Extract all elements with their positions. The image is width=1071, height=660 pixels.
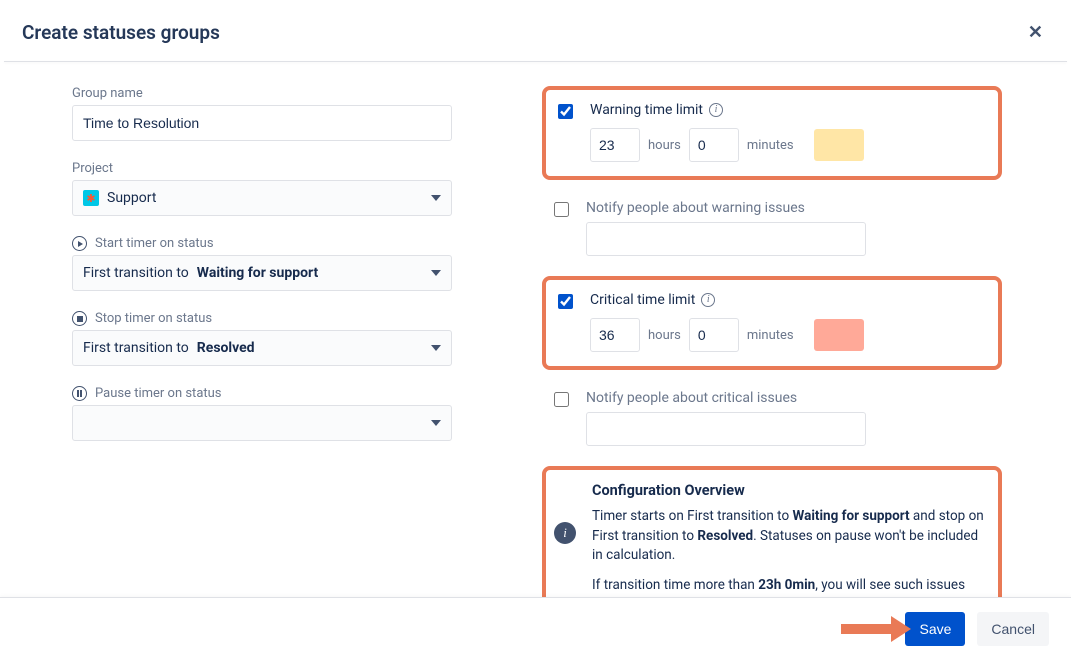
- pause-timer-select[interactable]: [72, 405, 452, 441]
- stop-timer-field: Stop timer on status First transition to…: [72, 311, 452, 366]
- stop-timer-label: Stop timer on status: [95, 311, 212, 326]
- notify-warning-checkbox[interactable]: [554, 202, 569, 217]
- start-timer-select[interactable]: First transition to Waiting for support: [72, 255, 452, 291]
- warning-label: Warning time limit: [590, 102, 703, 118]
- play-icon: [72, 236, 87, 251]
- critical-minutes-input[interactable]: [689, 318, 739, 352]
- hours-unit: hours: [648, 138, 681, 153]
- start-timer-value: Waiting for support: [197, 265, 318, 281]
- warning-checkbox[interactable]: [558, 104, 573, 119]
- notify-critical-input[interactable]: [586, 412, 866, 446]
- modal-header: Create statuses groups ✕: [0, 0, 1071, 61]
- minutes-unit: minutes: [747, 138, 794, 153]
- notify-warning-input[interactable]: [586, 222, 866, 256]
- hours-unit: hours: [648, 328, 681, 343]
- project-select[interactable]: Support: [72, 180, 452, 216]
- group-name-input[interactable]: [72, 105, 452, 141]
- critical-swatch: [814, 319, 864, 351]
- pause-timer-field: Pause timer on status: [72, 386, 452, 441]
- minutes-unit: minutes: [747, 328, 794, 343]
- chevron-down-icon: [431, 345, 441, 351]
- annotation-arrow: [841, 616, 911, 642]
- warning-minutes-input[interactable]: [689, 128, 739, 162]
- cancel-button[interactable]: Cancel: [977, 612, 1049, 646]
- group-name-label: Group name: [72, 86, 452, 101]
- overview-paragraph-2: If transition time more than 23h 0min, y…: [592, 576, 984, 597]
- left-column: Group name Project Support Start timer o…: [72, 86, 452, 597]
- arrow-right-icon: [891, 616, 911, 642]
- save-button[interactable]: Save: [905, 612, 965, 646]
- project-icon: [83, 190, 99, 206]
- pause-icon: [72, 386, 87, 401]
- start-timer-label: Start timer on status: [95, 236, 214, 251]
- close-button[interactable]: ✕: [1022, 18, 1049, 47]
- info-icon[interactable]: i: [709, 103, 723, 117]
- warning-limit-box: Warning time limit i hours minutes: [542, 86, 1002, 180]
- project-label: Project: [72, 161, 452, 176]
- chevron-down-icon: [431, 195, 441, 201]
- close-icon: ✕: [1028, 22, 1043, 42]
- project-field: Project Support: [72, 161, 452, 216]
- modal-footer: Save Cancel: [0, 597, 1071, 660]
- info-icon[interactable]: i: [701, 293, 715, 307]
- critical-label: Critical time limit: [590, 292, 695, 308]
- critical-hours-input[interactable]: [590, 318, 640, 352]
- critical-checkbox[interactable]: [558, 294, 573, 309]
- start-timer-field: Start timer on status First transition t…: [72, 236, 452, 291]
- modal-body: Group name Project Support Start timer o…: [0, 62, 1071, 597]
- info-icon: i: [554, 522, 576, 544]
- stop-timer-value: Resolved: [197, 340, 255, 356]
- create-status-groups-modal: Create statuses groups ✕ Group name Proj…: [0, 0, 1071, 660]
- notify-warning-label: Notify people about warning issues: [586, 200, 866, 216]
- group-name-field: Group name: [72, 86, 452, 141]
- notify-critical-label: Notify people about critical issues: [586, 390, 866, 406]
- warning-swatch: [814, 129, 864, 161]
- chevron-down-icon: [431, 270, 441, 276]
- overview-paragraph-1: Timer starts on First transition to Wait…: [592, 507, 984, 566]
- notify-critical-checkbox[interactable]: [554, 392, 569, 407]
- chevron-down-icon: [431, 420, 441, 426]
- pause-timer-label: Pause timer on status: [95, 386, 222, 401]
- warning-hours-input[interactable]: [590, 128, 640, 162]
- modal-title: Create statuses groups: [22, 21, 220, 44]
- stop-timer-select[interactable]: First transition to Resolved: [72, 330, 452, 366]
- stop-icon: [72, 311, 87, 326]
- notify-critical-block: Notify people about critical issues: [542, 390, 1002, 446]
- project-value: Support: [107, 190, 156, 206]
- overview-title: Configuration Overview: [592, 482, 984, 499]
- notify-warning-block: Notify people about warning issues: [542, 200, 1002, 256]
- right-column: Warning time limit i hours minutes: [542, 86, 1002, 597]
- configuration-overview-box: i Configuration Overview Timer starts on…: [542, 466, 1002, 597]
- critical-limit-box: Critical time limit i hours minutes: [542, 276, 1002, 370]
